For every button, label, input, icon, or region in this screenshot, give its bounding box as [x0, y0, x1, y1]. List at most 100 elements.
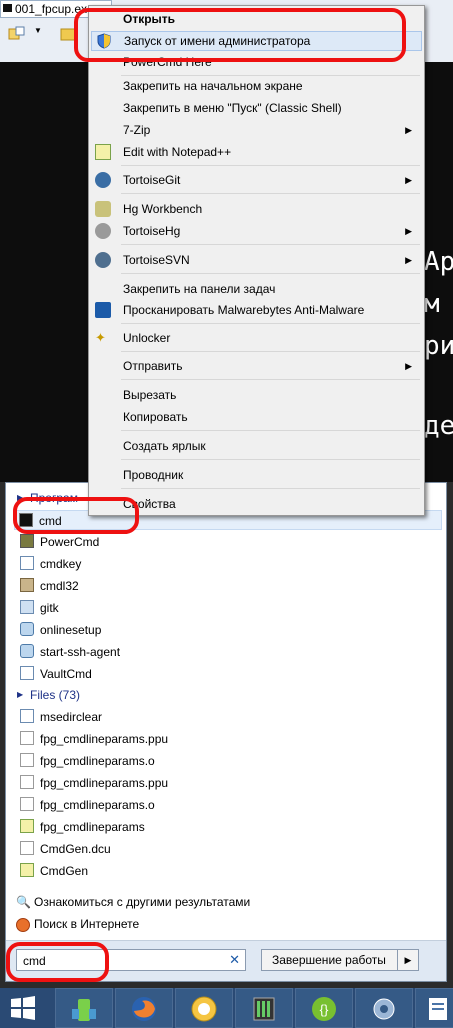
file-label: fpg_cmdlineparams.ppu	[40, 732, 169, 746]
file-item[interactable]: fpg_cmdlineparams.o	[16, 795, 155, 815]
menu-item-label: Отправить	[123, 359, 183, 373]
taskbar-server-icon[interactable]	[235, 988, 293, 1028]
menu-item-explorer[interactable]: Проводник	[91, 465, 422, 485]
file-label: CmdGen.dcu	[40, 842, 111, 856]
taskbar-document-icon[interactable]	[415, 988, 453, 1028]
menu-separator	[121, 273, 420, 274]
file-item[interactable]: CmdGen	[16, 861, 88, 881]
file-item[interactable]: fpg_cmdlineparams	[16, 817, 145, 837]
taskbar-recycle-icon[interactable]	[55, 988, 113, 1028]
program-label: VaultCmd	[40, 667, 92, 681]
program-label: onlinesetup	[40, 623, 102, 637]
malwarebytes-icon	[95, 302, 111, 318]
menu-item-tortoisegit[interactable]: TortoiseGit ▶	[91, 170, 422, 190]
file-item[interactable]: CmdGen.dcu	[16, 839, 111, 859]
menu-item-label: 7-Zip	[123, 123, 151, 137]
menu-item-cut[interactable]: Вырезать	[91, 385, 422, 405]
console-line: де	[424, 411, 453, 441]
more-results-link[interactable]: 🔍 Ознакомиться с другими результатами	[14, 892, 250, 912]
file-item[interactable]: fpg_cmdlineparams.ppu	[16, 773, 168, 793]
file-icon	[20, 775, 34, 789]
search-icon: 🔍	[16, 895, 31, 909]
svg-text:{}: {}	[320, 1002, 329, 1017]
menu-item-label: Просканировать Malwarebytes Anti-Malware	[123, 303, 365, 317]
app-gear-icon	[20, 578, 34, 592]
file-label: msedirclear	[40, 710, 103, 724]
menu-item-pin-start-screen[interactable]: Закрепить на начальном экране	[91, 76, 422, 96]
menu-item-malwarebytes[interactable]: Просканировать Malwarebytes Anti-Malware	[91, 300, 422, 320]
program-label: gitk	[40, 601, 59, 615]
file-item[interactable]: msedirclear	[16, 707, 102, 727]
clear-search-icon[interactable]: ✕	[229, 952, 240, 968]
menu-separator	[121, 430, 420, 431]
taskbar-settings-icon[interactable]	[355, 988, 413, 1028]
notepad-icon	[95, 144, 111, 160]
context-menu: Открыть Запуск от имени администратора P…	[88, 5, 425, 516]
file-item[interactable]: fpg_cmdlineparams.o	[16, 751, 155, 771]
submenu-arrow-icon: ▶	[405, 175, 412, 185]
menu-item-hg-workbench[interactable]: Hg Workbench	[91, 199, 422, 219]
menu-separator	[121, 323, 420, 324]
program-item[interactable]: onlinesetup	[16, 620, 101, 640]
web-search-label: Поиск в Интернете	[34, 917, 140, 931]
menu-item-label: TortoiseSVN	[123, 253, 190, 267]
shutdown-options-button[interactable]: ▶	[397, 949, 419, 971]
menu-item-send-to[interactable]: Отправить ▶	[91, 356, 422, 376]
menu-item-pin-taskbar[interactable]: Закрепить на панели задач	[91, 279, 422, 299]
annotation-ring-cmd	[13, 497, 139, 534]
program-item[interactable]: VaultCmd	[16, 664, 92, 684]
file-icon	[20, 731, 34, 745]
menu-item-create-shortcut[interactable]: Создать ярлык	[91, 436, 422, 456]
program-item[interactable]: cmdkey	[16, 554, 81, 574]
menu-item-7zip[interactable]: 7-Zip ▶	[91, 120, 422, 140]
file-label: fpg_cmdlineparams	[40, 820, 145, 834]
file-item[interactable]: fpg_cmdlineparams.ppu	[16, 729, 168, 749]
file-label: fpg_cmdlineparams.ppu	[40, 776, 169, 790]
taskbar-browser-icon[interactable]	[175, 988, 233, 1028]
menu-item-label: Hg Workbench	[123, 202, 203, 216]
globe-icon	[20, 622, 34, 636]
web-search-link[interactable]: Поиск в Интернете	[14, 914, 139, 934]
shutdown-button[interactable]: Завершение работы	[261, 949, 419, 971]
taskbar-firefox-icon[interactable]	[115, 988, 173, 1028]
menu-item-tortoisesvn[interactable]: TortoiseSVN ▶	[91, 250, 422, 270]
program-label: PowerCmd	[40, 535, 100, 549]
submenu-arrow-icon: ▶	[405, 361, 412, 371]
app-icon	[20, 556, 34, 570]
file-icon	[20, 841, 34, 855]
app-icon	[20, 709, 34, 723]
menu-item-unlocker[interactable]: ✦ Unlocker	[91, 328, 422, 348]
menu-item-tortoisehg[interactable]: TortoiseHg ▶	[91, 221, 422, 241]
console-line: м	[424, 289, 440, 319]
menu-separator	[121, 459, 420, 460]
menu-item-notepadpp[interactable]: Edit with Notepad++	[91, 142, 422, 162]
menu-item-properties[interactable]: Свойства	[91, 494, 422, 514]
program-item[interactable]: start-ssh-agent	[16, 642, 120, 662]
program-item[interactable]: gitk	[16, 598, 59, 618]
program-label: cmdl32	[40, 579, 79, 593]
powercmd-icon	[20, 534, 34, 548]
menu-separator	[121, 379, 420, 380]
program-label: start-ssh-agent	[40, 645, 121, 659]
file-icon	[20, 797, 34, 811]
properties-icon[interactable]	[8, 26, 26, 42]
menu-separator	[121, 488, 420, 489]
more-results-label: Ознакомиться с другими результатами	[34, 895, 251, 909]
submenu-arrow-icon: ▶	[405, 255, 412, 265]
menu-item-copy[interactable]: Копировать	[91, 407, 422, 427]
menu-item-label: Edit with Notepad++	[123, 145, 232, 159]
dropdown-arrow-icon[interactable]: ▼	[34, 26, 42, 35]
menu-separator	[121, 165, 420, 166]
files-group-header[interactable]: Files (73)	[16, 687, 80, 703]
program-item[interactable]: cmdl32	[16, 576, 79, 596]
menu-separator	[121, 351, 420, 352]
taskbar-script-icon[interactable]: {}	[295, 988, 353, 1028]
menu-item-label: Unlocker	[123, 331, 171, 345]
notepad-icon	[20, 863, 34, 877]
program-label: cmdkey	[40, 557, 82, 571]
tortoisehg-icon	[95, 223, 111, 239]
windows-start-icon[interactable]	[10, 996, 36, 1020]
program-item[interactable]: PowerCmd	[16, 532, 99, 552]
menu-item-pin-classic-shell[interactable]: Закрепить в меню "Пуск" (Classic Shell)	[91, 98, 422, 118]
submenu-arrow-icon: ▶	[405, 125, 412, 135]
